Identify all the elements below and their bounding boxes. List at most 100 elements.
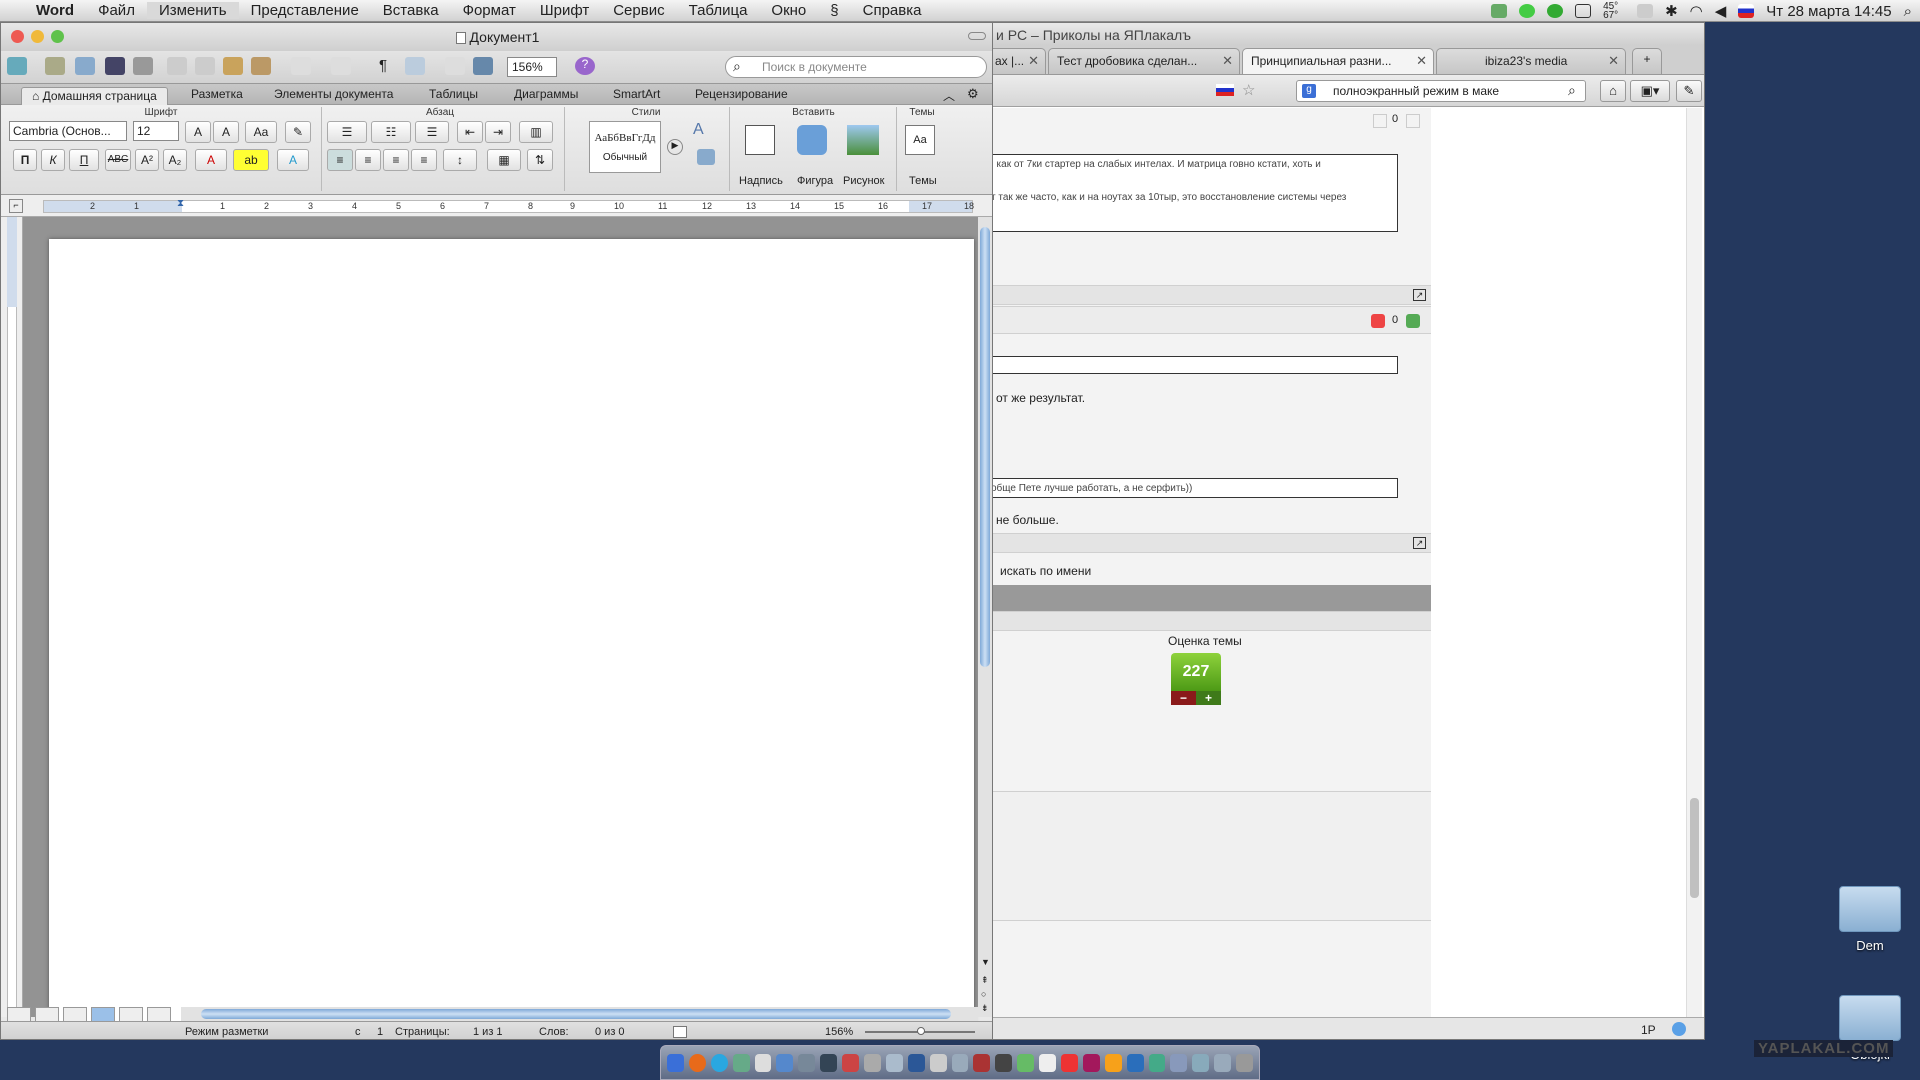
sort-button[interactable]: ⇅	[527, 149, 553, 171]
textbox-icon[interactable]	[745, 125, 775, 155]
menu-view[interactable]: Представление	[239, 2, 371, 19]
menu-table[interactable]: Таблица	[677, 2, 760, 19]
undo-icon[interactable]	[291, 57, 311, 75]
spotlight-icon[interactable]: ⌕	[1904, 3, 1912, 20]
themes-label[interactable]: Темы	[909, 175, 937, 187]
print-icon[interactable]	[133, 57, 153, 75]
scroll-down-icon[interactable]: ▼	[981, 957, 990, 967]
document-page[interactable]	[49, 239, 974, 1039]
tab-document-elements[interactable]: Элементы документа	[264, 86, 403, 104]
prev-page-icon[interactable]: ⇞	[981, 975, 989, 986]
insert-picture-label[interactable]: Рисунок	[843, 175, 885, 187]
clear-formatting-button[interactable]: ✎	[285, 121, 311, 143]
scroll-thumb[interactable]	[201, 1009, 951, 1019]
bold-button[interactable]: П	[13, 149, 37, 171]
save-icon[interactable]	[105, 57, 125, 75]
vertical-scrollbar[interactable]: ▼ ⇞ ○ ⇟	[978, 217, 992, 1017]
increase-indent-button[interactable]: ⇥	[485, 121, 511, 143]
browser-tab-active[interactable]: Принципиальная разни... ✕	[1242, 48, 1434, 74]
superscript-button[interactable]: A²	[135, 149, 159, 171]
app-icon[interactable]	[1148, 1053, 1166, 1072]
gallery-icon[interactable]	[45, 57, 65, 75]
quote-reply-icon[interactable]: ↗	[1413, 537, 1426, 549]
tab-review[interactable]: Рецензирование	[685, 86, 798, 104]
minimize-window-button[interactable]	[31, 30, 44, 43]
zoom-window-button[interactable]	[51, 30, 64, 43]
app-icon[interactable]	[929, 1053, 947, 1072]
tab-home[interactable]: ⌂ Домашняя страница	[21, 87, 168, 105]
illustrator-icon[interactable]	[1104, 1053, 1122, 1072]
app-icon[interactable]	[798, 1053, 816, 1072]
themes-icon[interactable]: Aa	[905, 125, 935, 155]
zoom-slider-knob[interactable]	[917, 1027, 925, 1035]
star-icon[interactable]: ☆	[1242, 81, 1255, 99]
strikethrough-button[interactable]: ABC	[105, 149, 131, 171]
app-icon[interactable]	[820, 1053, 838, 1072]
app-icon[interactable]	[776, 1053, 794, 1072]
align-left-button[interactable]: ≡	[327, 149, 353, 171]
open-icon[interactable]	[75, 57, 95, 75]
menu-font[interactable]: Шрифт	[528, 2, 601, 19]
wrench-button[interactable]: ✎	[1676, 80, 1702, 102]
horizontal-scrollbar[interactable]	[181, 1007, 978, 1021]
flag-icon[interactable]	[1738, 4, 1755, 18]
help-icon[interactable]: ?	[575, 57, 595, 75]
volume-icon[interactable]: ◀	[1715, 2, 1727, 20]
menu-format[interactable]: Формат	[451, 2, 528, 19]
redo-icon[interactable]	[331, 57, 351, 75]
clock[interactable]: Чт 28 марта 14:45	[1766, 3, 1891, 20]
multilevel-list-button[interactable]: ☰	[415, 121, 449, 143]
script-menu-icon[interactable]: §	[818, 2, 850, 19]
menu-app-name[interactable]: Word	[24, 2, 86, 19]
format-painter-icon[interactable]	[251, 57, 271, 75]
scroll-thumb[interactable]	[980, 227, 990, 667]
vote-up-icon[interactable]	[1406, 314, 1420, 328]
app-icon[interactable]	[1017, 1053, 1035, 1072]
search-icon[interactable]: ⌕	[1568, 82, 1576, 99]
insert-textbox-label[interactable]: Надпись	[739, 175, 783, 187]
scroll-thumb[interactable]	[1690, 798, 1699, 898]
downloads-folder-icon[interactable]	[1214, 1053, 1232, 1072]
vote-down-icon[interactable]	[1373, 114, 1387, 128]
proofing-icon[interactable]	[673, 1026, 687, 1038]
horizontal-ruler[interactable]: ⌐ 2 1 1 2 3 4 5 6 7 8 9 10 11 12 13 14 1…	[1, 195, 992, 217]
app-icon[interactable]	[885, 1053, 903, 1072]
search-input[interactable]: полноэкранный режим в маке	[1296, 80, 1586, 102]
close-icon[interactable]: ✕	[1608, 53, 1619, 69]
tab-stop-icon[interactable]: ⌐	[9, 199, 23, 213]
text-effects-button[interactable]: A	[277, 149, 309, 171]
browser-tab[interactable]: Тест дробовика сделан... ✕	[1048, 48, 1240, 74]
new-document-icon[interactable]	[7, 57, 27, 75]
trash-icon[interactable]	[1236, 1053, 1254, 1072]
photoshop-icon[interactable]	[1126, 1053, 1144, 1072]
shrink-font-button[interactable]: A	[213, 121, 239, 143]
network-icon[interactable]	[1637, 4, 1654, 18]
italic-button[interactable]: К	[41, 149, 65, 171]
app-icon[interactable]	[995, 1053, 1013, 1072]
app-icon[interactable]	[1170, 1053, 1188, 1072]
google-icon[interactable]: g	[1302, 84, 1316, 98]
rate-minus-button[interactable]: −	[1171, 691, 1196, 705]
desktop-folder-dem[interactable]: Dem	[1830, 886, 1910, 953]
vertical-ruler[interactable]	[1, 217, 23, 1017]
search-by-name-link[interactable]: искать по имени	[1000, 564, 1091, 578]
media-icon[interactable]	[473, 57, 493, 75]
shape-icon[interactable]	[797, 125, 827, 155]
bluetooth-icon[interactable]: ✱	[1665, 2, 1678, 20]
browser-tab[interactable]: ibiza23's media ✕	[1436, 48, 1626, 74]
next-page-icon[interactable]: ⇟	[981, 1003, 989, 1014]
evernote-icon[interactable]	[1519, 4, 1536, 18]
line-spacing-button[interactable]: ↕	[443, 149, 477, 171]
acrobat-icon[interactable]	[1061, 1053, 1078, 1072]
word-icon[interactable]	[907, 1053, 925, 1072]
temperature[interactable]: 45° 67°	[1603, 2, 1625, 21]
paste-icon[interactable]	[223, 57, 243, 75]
styles-next-icon[interactable]: ▶	[667, 139, 683, 155]
menu-insert[interactable]: Вставка	[371, 2, 451, 19]
close-icon[interactable]: ✕	[1222, 53, 1233, 69]
justify-button[interactable]: ≡	[411, 149, 437, 171]
collapse-ribbon-icon[interactable]: ︿	[943, 87, 955, 104]
columns-button[interactable]: ▥	[519, 121, 553, 143]
template-icon[interactable]	[445, 57, 465, 75]
zoom-select[interactable]: 156%	[507, 57, 557, 77]
